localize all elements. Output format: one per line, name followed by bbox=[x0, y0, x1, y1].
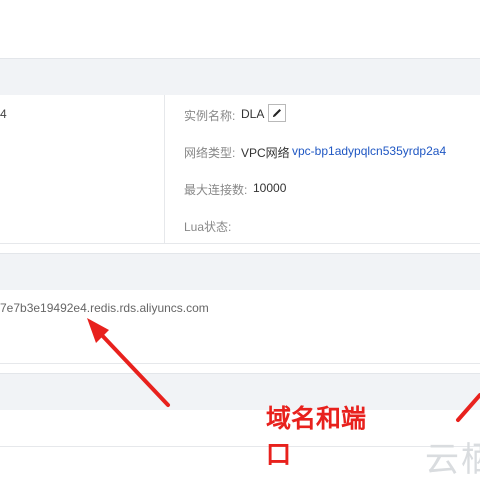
annotation-text-line1: 域名和端 bbox=[266, 404, 367, 433]
annotation-overlay bbox=[87, 318, 480, 422]
annotation-text-line2: 口 bbox=[266, 440, 292, 469]
red-arrow bbox=[87, 318, 170, 407]
red-arrow-right-partial bbox=[456, 393, 480, 422]
